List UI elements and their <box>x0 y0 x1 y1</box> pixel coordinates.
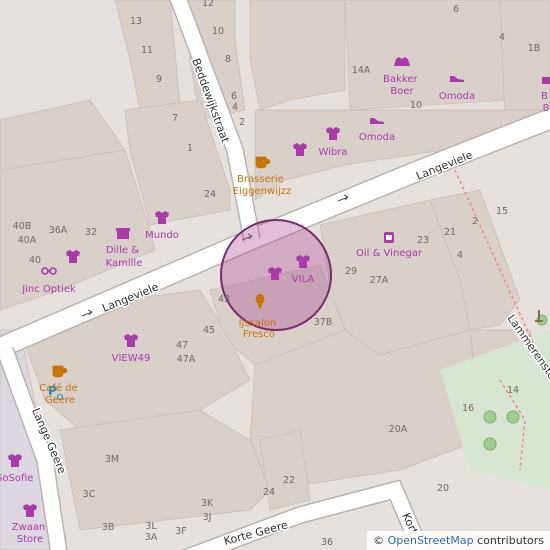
house-number: 29 <box>345 266 357 277</box>
house-number: 2 <box>472 216 478 227</box>
house-number: 32 <box>85 227 97 238</box>
house-number: 14A <box>352 65 371 76</box>
house-number: 2 <box>239 117 245 128</box>
house-number: 21 <box>444 227 456 238</box>
house-number: 4 <box>232 102 238 113</box>
house-number: 7 <box>172 113 178 124</box>
house-number: 47 <box>176 340 188 351</box>
house-number: 20 <box>437 483 449 494</box>
house-number: 3A <box>145 532 158 543</box>
house-number: 3K <box>201 498 214 509</box>
poi-label-zwaan-store[interactable]: Zwaan Store <box>12 522 49 545</box>
house-number: 15 <box>496 206 508 217</box>
house-number: 4 <box>499 32 505 43</box>
house-number: 3F <box>175 526 187 537</box>
house-number: 14 <box>507 385 519 396</box>
house-number: 3C <box>83 489 96 500</box>
house-number: 3B <box>102 522 115 533</box>
poi-label-wibra[interactable]: Wibra <box>318 147 347 158</box>
poi-label-brasserie[interactable]: Brasserie Eiggenwijzz <box>233 174 292 197</box>
house-number: 24 <box>204 189 216 200</box>
house-number: 16 <box>462 403 474 414</box>
poi-label-b-partial[interactable]: B B <box>541 91 550 114</box>
house-number: 13 <box>130 16 142 27</box>
house-number: 24 <box>263 487 275 498</box>
house-number: 47A <box>177 354 196 365</box>
poi-label-view49[interactable]: VIEW49 <box>112 353 151 364</box>
house-number: 23 <box>417 235 429 246</box>
shop-icon[interactable] <box>542 77 550 84</box>
house-number: 4 <box>457 250 463 261</box>
house-number: 40A <box>18 235 37 246</box>
poi-label-omoda[interactable]: Omoda <box>359 132 395 143</box>
poi-label-vila[interactable]: VILA <box>292 274 315 285</box>
house-number: 1 <box>187 143 193 154</box>
house-number: 8 <box>225 54 231 65</box>
poi-label-ijssalon-fresco[interactable]: IJssalon Fresco <box>239 318 280 340</box>
map-canvas[interactable]: Beddewijkstraat Langeviele Langeviele La… <box>0 0 550 550</box>
gift-shop-icon[interactable] <box>116 228 130 239</box>
house-number: 36A <box>49 225 68 236</box>
house-number: 40 <box>29 255 41 266</box>
house-number: 6 <box>453 4 459 15</box>
house-number: 43 <box>218 294 230 305</box>
house-number: 20A <box>389 424 408 435</box>
house-number: 45 <box>203 325 215 336</box>
house-number: 27A <box>370 275 389 286</box>
copyright-symbol: © <box>373 534 385 547</box>
house-number: 40B <box>13 221 32 232</box>
jar-icon[interactable] <box>384 232 394 243</box>
house-number: 12 <box>202 0 214 9</box>
house-number: 3L <box>145 521 157 532</box>
house-number: 3M <box>105 454 119 465</box>
house-number: 36 <box>321 537 333 548</box>
poi-label-gosofie[interactable]: GoSofie <box>0 473 33 484</box>
house-number: 1B <box>528 43 541 54</box>
openstreetmap-link[interactable]: OpenStreetMap <box>388 534 474 547</box>
poi-label-jinc-optiek[interactable]: Jinc Optiek <box>21 284 76 295</box>
house-number: 37B <box>314 317 333 328</box>
poi-label-mundo[interactable]: Mundo <box>145 230 179 241</box>
house-number: 22 <box>283 475 295 486</box>
house-number: 6 <box>231 91 237 102</box>
house-number: 10 <box>410 100 422 111</box>
house-number: 9 <box>156 74 162 85</box>
attribution-suffix: contributors <box>477 534 544 547</box>
house-number: 10 <box>212 26 224 37</box>
map-attribution: © OpenStreetMap contributors <box>367 531 550 550</box>
poi-label-omoda-2[interactable]: Omoda <box>439 91 475 102</box>
poi-label-oil-vinegar[interactable]: Oil & Vinegar <box>356 248 423 259</box>
house-number: 11 <box>141 45 153 56</box>
house-number: 3J <box>203 512 212 523</box>
